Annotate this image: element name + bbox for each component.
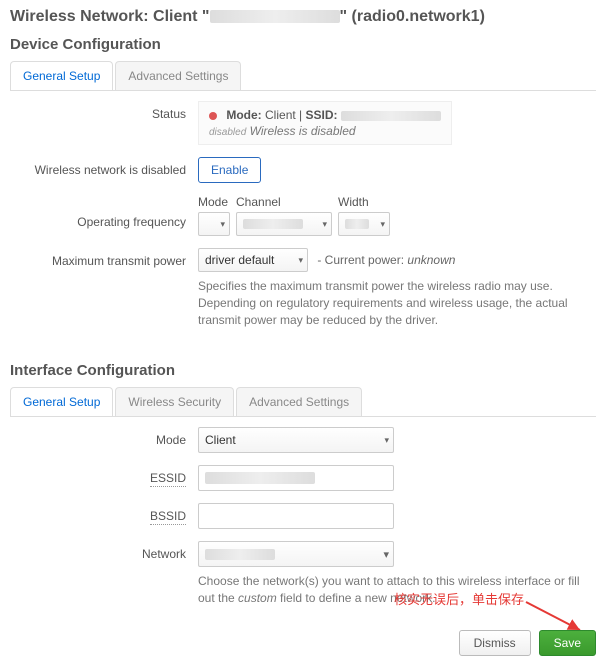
tx-power-row: Maximum transmit power driver default ▾ … — [10, 248, 596, 328]
signal-disabled-icon — [209, 112, 217, 120]
redacted-client-name — [210, 10, 340, 23]
chevron-down-icon: ▾ — [322, 219, 327, 230]
caret-icon: ▾ — [383, 548, 389, 561]
tab-device-advanced[interactable]: Advanced Settings — [115, 61, 241, 90]
iface-bssid-label: BSSID — [150, 509, 186, 525]
chevron-down-icon: ▾ — [384, 435, 389, 446]
iface-bssid-row: BSSID — [10, 503, 596, 529]
status-box: Mode: Client | SSID: disabled Wireless i… — [198, 101, 452, 145]
tx-power-help: Specifies the maximum transmit power the… — [198, 278, 588, 328]
tab-iface-security[interactable]: Wireless Security — [115, 387, 234, 416]
tab-iface-general[interactable]: General Setup — [10, 387, 113, 417]
operating-frequency-row: Operating frequency Mode ▾ Channel ▾ Wid… — [10, 195, 596, 236]
status-label: Status — [10, 101, 198, 121]
chevron-down-icon: ▾ — [220, 219, 225, 230]
iface-essid-row: ESSID — [10, 465, 596, 491]
freq-channel-label: Channel — [236, 195, 332, 209]
iface-mode-select[interactable]: Client ▾ — [198, 427, 394, 453]
freq-channel-select[interactable]: ▾ — [236, 212, 332, 236]
status-row: Status Mode: Client | SSID: disabled Wir… — [10, 101, 596, 145]
iface-network-label: Network — [10, 541, 198, 561]
iface-mode-row: Mode Client ▾ — [10, 427, 596, 453]
tab-iface-advanced[interactable]: Advanced Settings — [236, 387, 362, 416]
freq-mode-label: Mode — [198, 195, 230, 209]
interface-config-heading: Interface Configuration — [10, 362, 596, 379]
tx-power-current: - Current power: unknown — [317, 253, 455, 267]
tx-power-select[interactable]: driver default ▾ — [198, 248, 308, 272]
essid-input[interactable] — [198, 465, 394, 491]
footer-buttons: Dismiss Save — [459, 630, 596, 656]
iface-essid-label: ESSID — [150, 471, 186, 487]
enable-button[interactable]: Enable — [198, 157, 261, 183]
tab-device-general[interactable]: General Setup — [10, 61, 113, 91]
dismiss-button[interactable]: Dismiss — [459, 630, 531, 656]
chevron-down-icon: ▾ — [380, 219, 385, 230]
freq-mode-select[interactable]: ▾ — [198, 212, 230, 236]
freq-width-label: Width — [338, 195, 390, 209]
page-title: Wireless Network: Client "" (radio0.netw… — [10, 8, 596, 26]
network-select[interactable]: ▾ — [198, 541, 394, 567]
bssid-input[interactable] — [198, 503, 394, 529]
save-button[interactable]: Save — [539, 630, 596, 656]
device-tabs: General Setup Advanced Settings — [10, 61, 596, 91]
freq-width-select[interactable]: ▾ — [338, 212, 390, 236]
wireless-disabled-row: Wireless network is disabled Enable — [10, 157, 596, 183]
redacted-ssid — [341, 111, 441, 121]
chevron-down-icon: ▾ — [298, 255, 303, 266]
tx-power-label: Maximum transmit power — [10, 248, 198, 268]
wireless-disabled-label: Wireless network is disabled — [10, 157, 198, 177]
interface-tabs: General Setup Wireless Security Advanced… — [10, 387, 596, 417]
annotation-text: 核实无误后，单击保存 — [394, 589, 524, 608]
iface-mode-label: Mode — [10, 427, 198, 447]
device-config-heading: Device Configuration — [10, 36, 596, 53]
operating-frequency-label: Operating frequency — [10, 195, 198, 229]
